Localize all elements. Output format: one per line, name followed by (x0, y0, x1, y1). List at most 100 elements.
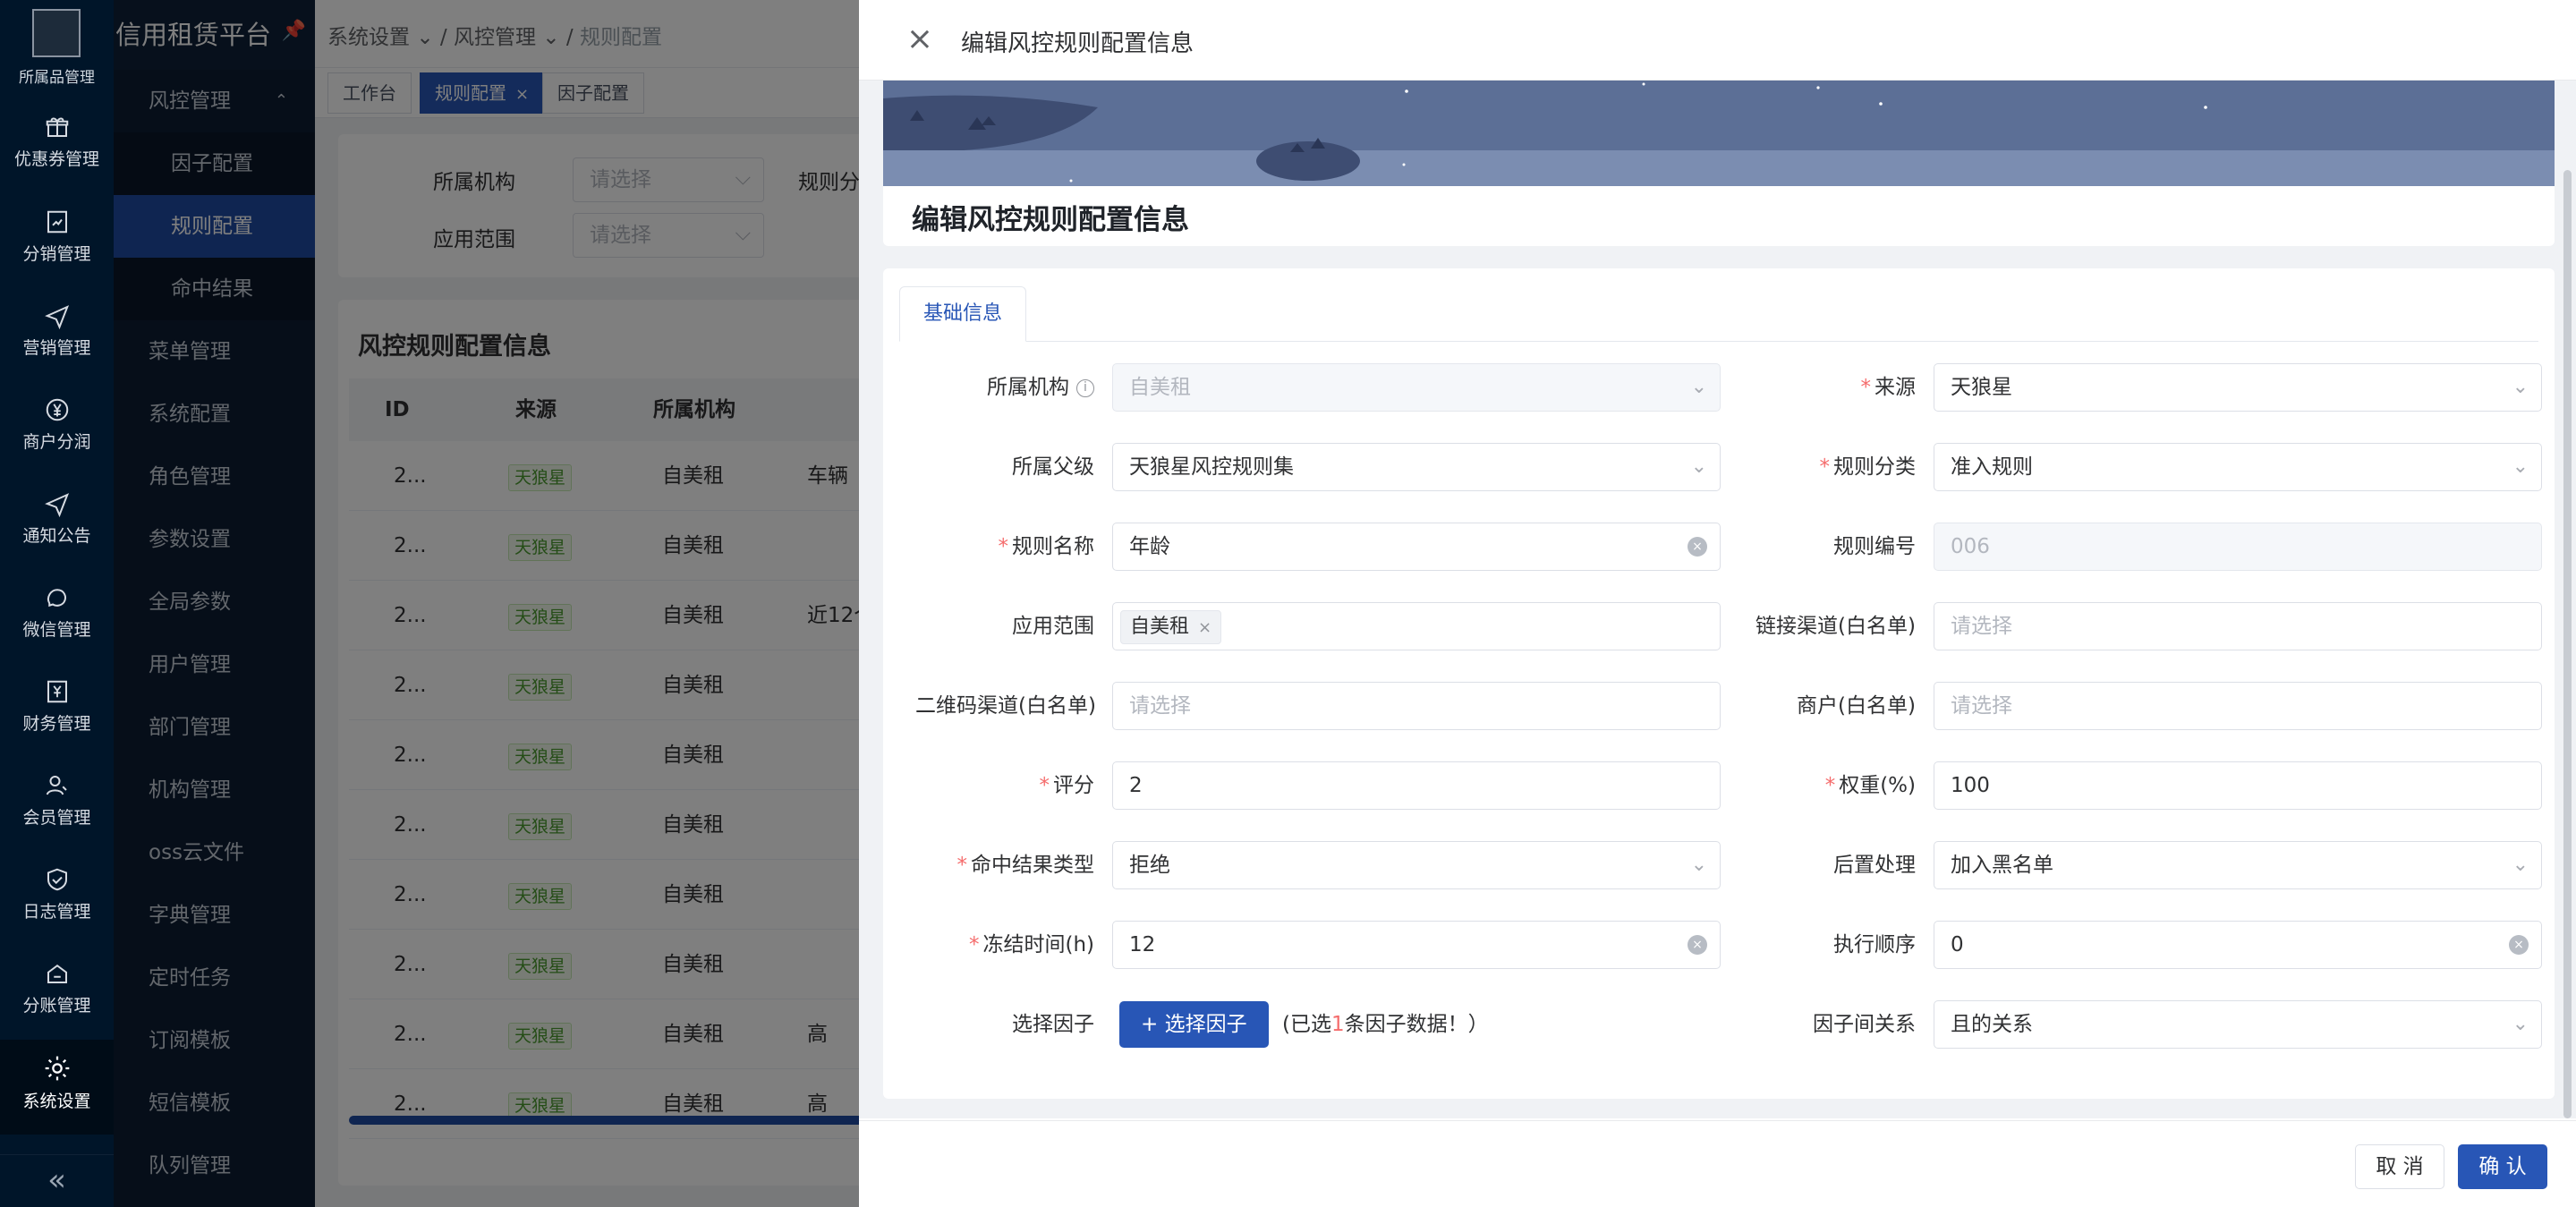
post-process-value: 加入黑名单 (1951, 854, 2053, 877)
factor-relation-select[interactable]: 且的关系 ⌄ (1934, 1000, 2542, 1049)
factor-note-count: 1 (1331, 1013, 1345, 1036)
weight-input[interactable]: 100 (1934, 761, 2542, 810)
category-select[interactable]: 准入规则 ⌄ (1934, 443, 2542, 491)
hit-type-select[interactable]: 拒绝 ⌄ (1112, 841, 1721, 889)
select-factor-button[interactable]: + 选择因子 (1119, 1001, 1269, 1048)
parent-label: 所属父级 (915, 443, 1094, 491)
link-channel-placeholder: 请选择 (1951, 615, 2012, 638)
share-icon (47, 210, 67, 234)
required-asterisk: * (1039, 774, 1050, 797)
rail-item-wechat[interactable]: 微信管理 (0, 584, 114, 677)
merchant-label-text: 商户(白名单) (1797, 694, 1916, 718)
cancel-button[interactable]: 取 消 (2355, 1144, 2444, 1189)
link-channel-label-text: 链接渠道(白名单) (1756, 615, 1916, 638)
rail-item-coupon[interactable]: 优惠券管理 (0, 114, 114, 207)
tab-basic-info[interactable]: 基础信息 (899, 286, 1027, 342)
yen-icon (46, 398, 68, 421)
source-select-value: 天狼星 (1951, 376, 2012, 399)
org-select-value: 自美租 (1129, 376, 1191, 399)
merchant-select[interactable]: 请选择 (1934, 682, 2542, 730)
confirm-button[interactable]: 确 认 (2458, 1144, 2547, 1189)
required-asterisk: * (1824, 774, 1836, 797)
rail-item-profit[interactable]: 商户分润 (0, 396, 114, 489)
order-input[interactable]: 0 × (1934, 921, 2542, 969)
score-label: * 评分 (915, 761, 1095, 810)
link-channel-select[interactable]: 请选择 (1934, 602, 2542, 650)
hit-type-value: 拒绝 (1129, 854, 1170, 877)
weight-label: * 权重(%) (1737, 761, 1916, 810)
rail-item-distribution[interactable]: 分销管理 (0, 208, 114, 302)
factor-note-prefix: (已选 (1282, 1013, 1331, 1036)
rail-item-finance[interactable]: 财务管理 (0, 678, 114, 771)
rail-item-label: 日志管理 (22, 902, 91, 922)
name-input-value: 年龄 (1129, 535, 1170, 558)
scope-label-text: 应用范围 (1012, 615, 1094, 638)
drawer-title: 编辑风控规则配置信息 (961, 30, 1194, 57)
source-label-text: 来源 (1875, 376, 1916, 399)
collapse-sidebar-button[interactable]: « (0, 1154, 114, 1207)
rail-item-label: 营销管理 (22, 338, 91, 358)
edit-drawer: × 编辑风控规则配置信息 编辑风控规则配置信息 基础信息 所属机构 i 自美租 ⌄ … (859, 0, 2576, 1207)
scope-label: 应用范围 (915, 602, 1094, 650)
link-channel-label: 链接渠道(白名单) (1737, 602, 1916, 650)
weight-label-text: 权重(%) (1839, 774, 1916, 797)
rail-item-marketing[interactable]: 营销管理 (0, 302, 114, 395)
vertical-scrollbar[interactable] (2563, 170, 2572, 1118)
required-asterisk: * (1860, 376, 1872, 399)
clear-icon[interactable]: × (1688, 935, 1707, 955)
chevron-down-icon: ⌄ (2512, 854, 2529, 876)
rail-item-label: 分账管理 (22, 996, 91, 1016)
qr-channel-select[interactable]: 请选择 (1112, 682, 1721, 730)
org-label: 所属机构 i (915, 363, 1094, 412)
night-landscape-illustration (883, 81, 2555, 186)
rail-item-label: 分销管理 (22, 244, 91, 264)
clear-icon[interactable]: × (1688, 537, 1707, 557)
merchant-placeholder: 请选择 (1951, 694, 2012, 718)
info-icon[interactable]: i (1076, 378, 1094, 397)
close-icon[interactable]: × (1198, 618, 1211, 637)
gear-icon (45, 1056, 69, 1081)
code-label-text: 规则编号 (1833, 535, 1916, 558)
rail-item-log[interactable]: 日志管理 (0, 866, 114, 959)
factor-label: 选择因子 (915, 1000, 1094, 1049)
chevron-down-icon: ⌄ (1690, 455, 1707, 478)
score-input[interactable]: 2 (1112, 761, 1721, 810)
hero-title: 编辑风控规则配置信息 (912, 204, 1189, 236)
hero-banner: 编辑风控规则配置信息 (883, 81, 2555, 246)
rail-item-label: 优惠券管理 (13, 149, 99, 169)
chevron-down-icon: ⌄ (2512, 455, 2529, 478)
org-label-text: 所属机构 (987, 376, 1069, 399)
freeze-input[interactable]: 12 × (1112, 921, 1721, 969)
rail-item-system[interactable]: 系统设置 (0, 1040, 114, 1135)
send-icon (44, 493, 69, 517)
drawer-body: 编辑风控规则配置信息 基础信息 所属机构 i 自美租 ⌄ * 来源 天狼星 ⌄ 所属父级… (859, 81, 2576, 1118)
source-select[interactable]: 天狼星 ⌄ (1934, 363, 2542, 412)
rail-item-label: 商户分润 (22, 432, 91, 452)
rail-item-label: 系统设置 (22, 1092, 91, 1111)
order-label-text: 执行顺序 (1833, 933, 1916, 956)
score-input-value: 2 (1129, 774, 1143, 797)
name-input[interactable]: 年龄 × (1112, 523, 1721, 571)
finance-icon (47, 680, 67, 703)
scope-multiselect[interactable]: 自美租 × (1112, 602, 1721, 650)
form-card: 基础信息 所属机构 i 自美租 ⌄ * 来源 天狼星 ⌄ 所属父级 天狼星风控规则集 ⌄ … (883, 268, 2555, 1099)
rail-item-label: 会员管理 (22, 808, 91, 828)
qr-channel-label: 二维码渠道(白名单) (915, 682, 1096, 730)
name-label: * 规则名称 (915, 523, 1095, 571)
score-label-text: 评分 (1053, 774, 1094, 797)
post-process-label-text: 后置处理 (1833, 854, 1916, 877)
rail-item-notice[interactable]: 通知公告 (0, 490, 114, 583)
clear-icon[interactable]: × (2509, 935, 2529, 955)
code-label: 规则编号 (1737, 523, 1916, 571)
rail-item-cut-label[interactable]: 所属品管理 (0, 64, 114, 87)
rail-item-member[interactable]: 会员管理 (0, 772, 114, 865)
close-icon[interactable]: × (900, 20, 939, 59)
rail-item-label: 微信管理 (22, 620, 91, 640)
category-select-value: 准入规则 (1951, 455, 2033, 479)
weight-input-value: 100 (1951, 774, 1990, 797)
parent-select[interactable]: 天狼星风控规则集 ⌄ (1112, 443, 1721, 491)
post-process-select[interactable]: 加入黑名单 ⌄ (1934, 841, 2542, 889)
icon-rail: 所属品管理 优惠券管理 分销管理 营销管理 商户分润 通知公告 微信管理 财务管… (0, 0, 114, 1207)
factor-relation-value: 且的关系 (1951, 1013, 2033, 1036)
logo (32, 9, 81, 57)
